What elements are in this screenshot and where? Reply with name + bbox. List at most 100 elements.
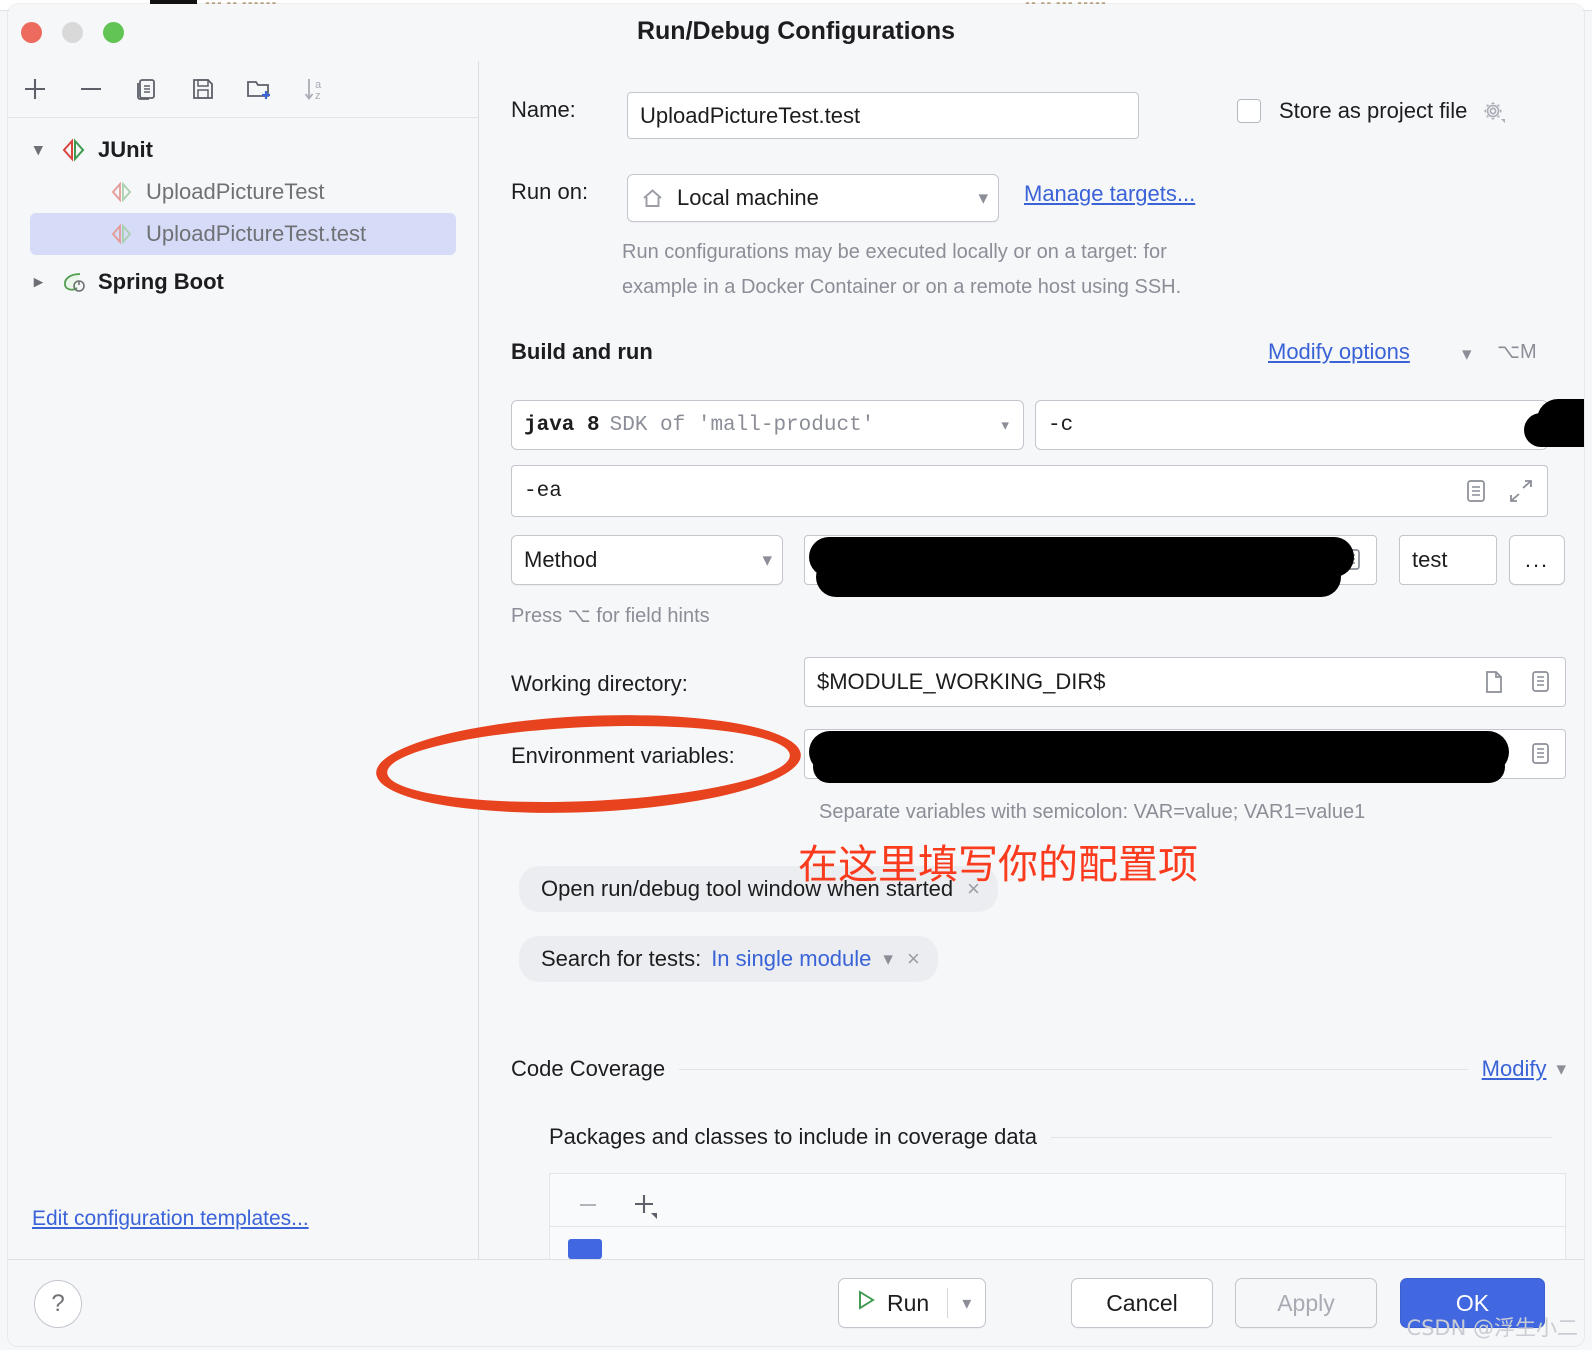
jre-value-suffix: SDK of 'mall-product' — [609, 413, 875, 437]
gear-icon[interactable] — [1479, 97, 1507, 125]
svg-text:z: z — [315, 90, 321, 102]
code-coverage-modify-link[interactable]: Modify — [1482, 1056, 1547, 1082]
field-hints-text: Press ⌥ for field hints — [511, 605, 710, 627]
tree-item-junit[interactable]: ▾ JUnit — [8, 129, 478, 171]
sort-configurations-button[interactable]: a z — [300, 74, 330, 104]
run-icon — [855, 1289, 877, 1317]
configurations-tree: ▾ JUnit UploadPictureTest UploadPictureT… — [8, 119, 478, 1261]
name-input[interactable] — [627, 92, 1139, 139]
screenshot-root: ▮▮▮ ▮▮ ▮▮▮▮▮▮ ▮▮ ▮▮ ▮▮▮ ▮▮▮▮▮ Run/Debug … — [0, 0, 1592, 1350]
tree-item-spring-boot[interactable]: ▸ Spring Boot — [8, 261, 478, 303]
run-on-description-line1: Run configurations may be executed local… — [622, 241, 1167, 263]
browse-folder-icon[interactable] — [1481, 669, 1507, 695]
chevron-right-icon[interactable]: ▸ — [34, 272, 60, 292]
section-divider — [1050, 1136, 1552, 1138]
chevron-down-icon[interactable]: ▾ — [948, 1293, 985, 1314]
close-icon[interactable]: × — [907, 946, 920, 972]
apply-button[interactable]: Apply — [1235, 1278, 1377, 1328]
spring-boot-icon — [60, 270, 88, 294]
configurations-toolbar: a z — [8, 61, 478, 118]
copy-configuration-button[interactable] — [132, 74, 162, 104]
run-on-select[interactable]: Local machine ▾ — [627, 174, 999, 222]
junit-icon — [60, 138, 88, 162]
chevron-down-icon[interactable]: ▾ — [1462, 343, 1472, 366]
tree-item-label: JUnit — [98, 137, 153, 162]
run-debug-configurations-dialog: Run/Debug Configurations a z ▾ JUnit Upl… — [8, 4, 1584, 1346]
working-directory-label: Working directory: — [511, 671, 688, 696]
chip-value-link[interactable]: In single module — [711, 946, 871, 972]
tree-item-label: UploadPictureTest — [146, 179, 325, 204]
chinese-annotation-note: 在这里填写你的配置项 — [798, 842, 1198, 888]
manage-targets-link[interactable]: Manage targets... — [1024, 181, 1195, 207]
target-kind-value: Method — [524, 547, 598, 572]
chevron-down-icon[interactable]: ▾ — [762, 549, 772, 572]
chevron-down-icon[interactable]: ▾ — [1556, 1058, 1566, 1081]
chevron-down-icon[interactable]: ▾ — [34, 140, 60, 160]
module-select[interactable]: -c ▾ — [1035, 400, 1548, 450]
store-as-project-file-row[interactable]: Store as project file — [1237, 97, 1507, 125]
remove-configuration-button[interactable] — [76, 74, 106, 104]
expand-editor-icon[interactable] — [1507, 477, 1535, 505]
method-input[interactable]: test — [1399, 535, 1497, 585]
store-as-project-file-checkbox[interactable] — [1237, 99, 1261, 123]
run-on-value: Local machine — [677, 185, 819, 210]
chevron-down-icon[interactable]: ▾ — [883, 948, 893, 971]
name-label: Name: — [511, 97, 576, 122]
run-button-label: Run — [887, 1289, 930, 1316]
code-coverage-title: Code Coverage — [511, 1056, 666, 1081]
dialog-title: Run/Debug Configurations — [636, 17, 956, 45]
option-chip-search-for-tests[interactable]: Search for tests: In single module ▾ × — [519, 936, 938, 982]
target-kind-select[interactable]: Method ▾ — [511, 535, 783, 585]
method-browse-label: ... — [1524, 547, 1550, 572]
add-configuration-button[interactable] — [20, 74, 50, 104]
environment-variables-hint: Separate variables with semicolon: VAR=v… — [819, 801, 1366, 823]
build-and-run-title: Build and run — [511, 339, 653, 364]
cancel-button-label: Cancel — [1106, 1289, 1178, 1316]
packages-section-header: Packages and classes to include in cover… — [549, 1124, 1566, 1150]
tree-item-label: UploadPictureTest.test — [146, 221, 367, 246]
modify-options-shortcut: ⌥M — [1497, 341, 1537, 363]
environment-variables-redaction-2 — [813, 751, 1505, 783]
working-directory-value: $MODULE_WORKING_DIR$ — [817, 669, 1106, 694]
tree-item-uploadpicturetest-test[interactable]: UploadPictureTest.test — [30, 213, 456, 255]
apply-button-label: Apply — [1277, 1289, 1335, 1316]
junit-run-icon — [108, 222, 136, 246]
save-configuration-button[interactable] — [188, 74, 218, 104]
method-browse-button[interactable]: ... — [1509, 535, 1565, 585]
titlebar: Run/Debug Configurations — [8, 4, 1584, 61]
class-value-redaction-2 — [816, 557, 1341, 597]
coverage-include-checkbox[interactable] — [568, 1239, 602, 1259]
macro-list-icon[interactable] — [1529, 669, 1553, 695]
jre-value-prefix: java 8 — [524, 413, 600, 437]
vm-options-value: -ea — [524, 479, 562, 503]
run-on-row: Run on: — [511, 179, 588, 205]
junit-run-icon — [108, 180, 136, 204]
vm-options-input[interactable]: -ea — [511, 465, 1548, 517]
method-value: test — [1412, 547, 1448, 572]
remove-package-button[interactable] — [574, 1191, 602, 1219]
configuration-form: Name: Store as project file Run — [479, 61, 1584, 1346]
run-on-description-line2: example in a Docker Container or on a re… — [622, 276, 1182, 298]
store-as-project-file-label: Store as project file — [1279, 98, 1468, 123]
run-button[interactable]: Run ▾ — [838, 1278, 987, 1328]
dialog-bottom-bar: ? Run ▾ Cancel Apply OK CSDN @浮生小二 — [8, 1259, 1584, 1346]
chevron-down-icon[interactable]: ▾ — [1000, 414, 1011, 437]
home-icon — [640, 186, 665, 211]
cancel-button[interactable]: Cancel — [1071, 1278, 1213, 1328]
configurations-panel: a z ▾ JUnit UploadPictureTest UploadPict… — [8, 61, 479, 1346]
module-value: -c — [1048, 413, 1074, 437]
tree-item-uploadpicturetest[interactable]: UploadPictureTest — [8, 171, 478, 213]
macro-list-icon[interactable] — [1529, 741, 1553, 767]
jre-select[interactable]: java 8 SDK of 'mall-product' ▾ — [511, 400, 1024, 450]
macro-list-icon[interactable] — [1463, 477, 1489, 505]
working-directory-input[interactable]: $MODULE_WORKING_DIR$ — [804, 657, 1566, 707]
edit-configuration-templates-link[interactable]: Edit configuration templates... — [32, 1207, 309, 1231]
name-row: Name: — [511, 97, 631, 123]
add-package-button[interactable] — [630, 1190, 660, 1220]
module-value-redaction-2 — [1524, 413, 1584, 447]
modify-options-link[interactable]: Modify options — [1268, 339, 1410, 365]
chevron-down-icon[interactable]: ▾ — [978, 187, 988, 210]
run-on-label: Run on: — [511, 179, 589, 204]
new-folder-button[interactable] — [244, 74, 274, 104]
help-button[interactable]: ? — [34, 1280, 82, 1328]
